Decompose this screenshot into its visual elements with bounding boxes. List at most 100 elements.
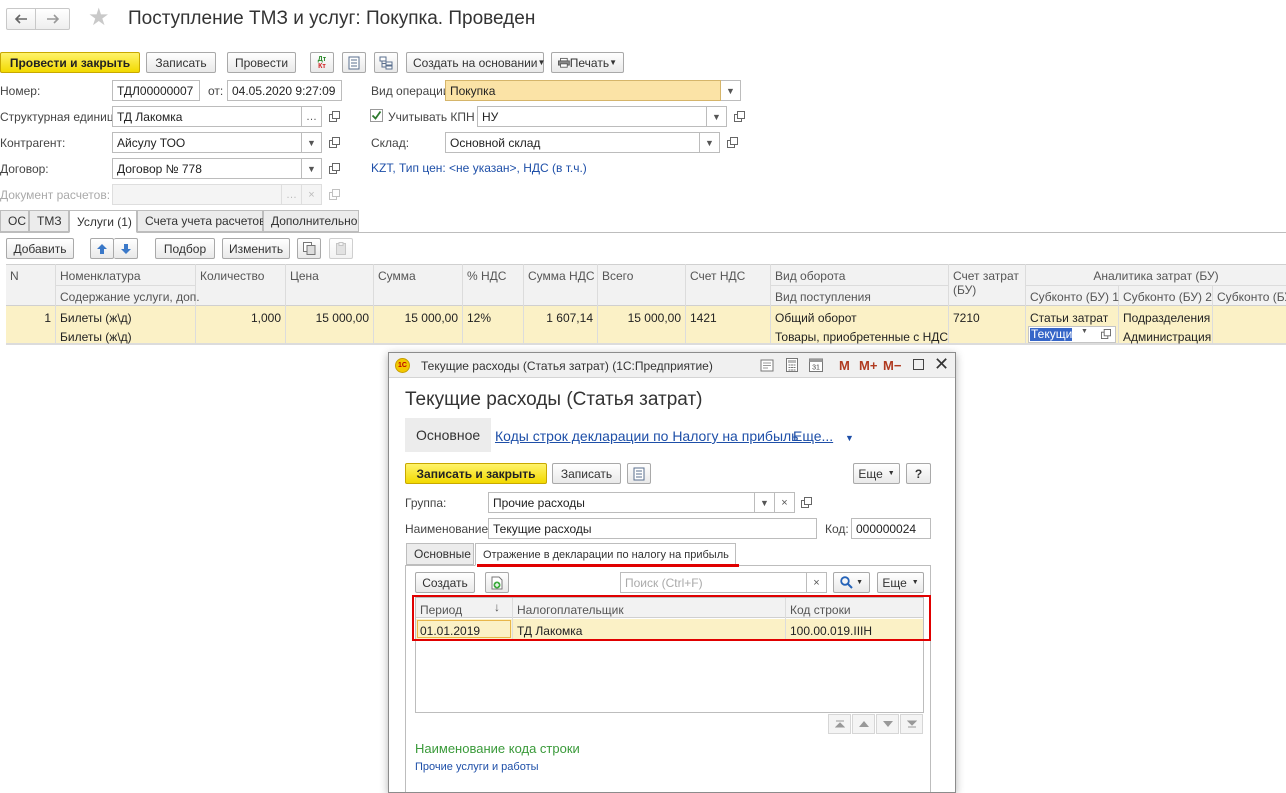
scroll-down-button[interactable]: [876, 714, 899, 734]
scroll-last-button[interactable]: [900, 714, 923, 734]
create-button[interactable]: Создать: [415, 572, 475, 593]
col-header-sum[interactable]: Сумма: [374, 266, 420, 286]
warehouse-open[interactable]: [722, 132, 742, 153]
cell-service-content[interactable]: Билеты (ж\д): [56, 327, 136, 347]
journal-button[interactable]: [342, 52, 366, 73]
structural-unit-open[interactable]: [324, 106, 344, 127]
col-header-service-content[interactable]: Содержание услуги, доп.: [56, 287, 204, 307]
add-from-file-button[interactable]: [485, 572, 509, 593]
nav-main[interactable]: Основное: [405, 418, 492, 452]
col-header-total[interactable]: Всего: [598, 266, 637, 286]
save-button[interactable]: Записать: [146, 52, 216, 73]
cell-subconto-2-type[interactable]: Подразделения: [1119, 308, 1214, 328]
memory-m-plus-button[interactable]: M+: [859, 358, 877, 373]
kpn-field[interactable]: НУ: [477, 106, 707, 127]
kpn-open[interactable]: [729, 106, 749, 127]
tab-tax-declaration[interactable]: Отражение в декларации по налогу на приб…: [475, 543, 736, 566]
col-header-price[interactable]: Цена: [286, 266, 323, 286]
structure-button[interactable]: [374, 52, 398, 73]
col-header-quantity[interactable]: Количество: [196, 266, 268, 286]
col-header-subconto-2[interactable]: Субконто (БУ) 2: [1119, 287, 1216, 307]
memory-m-button[interactable]: M: [839, 358, 850, 373]
contractor-field[interactable]: Айсулу ТОО: [112, 132, 302, 153]
tab-tmz[interactable]: ТМЗ: [29, 210, 69, 232]
operation-type-field[interactable]: Покупка: [445, 80, 721, 101]
contract-dropdown[interactable]: ▼: [302, 158, 322, 179]
change-button[interactable]: Изменить: [222, 238, 290, 259]
code-field[interactable]: 000000024: [851, 518, 931, 539]
print-button[interactable]: Печать ▼: [551, 52, 624, 73]
cell-vat-sum[interactable]: 1 607,14: [524, 308, 597, 328]
search-button[interactable]: ▼: [833, 572, 870, 593]
cell-receipt-type[interactable]: Товары, приобретенные с НДС: [771, 327, 952, 347]
group-open[interactable]: [796, 492, 816, 513]
col-header-vat-sum[interactable]: Сумма НДС: [524, 266, 599, 286]
dialog-more-button[interactable]: Еще ▼: [853, 463, 900, 484]
date-field[interactable]: 04.05.2020 9:27:09: [227, 80, 342, 101]
contractor-open[interactable]: [324, 132, 344, 153]
tab-settlement-accounts[interactable]: Счета учета расчетов: [137, 210, 265, 232]
cell-nomenclature[interactable]: Билеты (ж\д): [56, 308, 136, 328]
group-dropdown[interactable]: ▼: [755, 492, 775, 513]
print-preview-icon[interactable]: [760, 359, 774, 375]
close-icon[interactable]: ✕: [934, 354, 949, 375]
cell-subconto-1-type[interactable]: Статьи затрат: [1026, 308, 1112, 328]
contract-open[interactable]: [324, 158, 344, 179]
number-field[interactable]: ТДЛ00000007: [112, 80, 200, 101]
calculator-icon[interactable]: [786, 358, 798, 375]
dropdown-arrow-icon[interactable]: ▼: [1081, 328, 1088, 335]
price-settings-link[interactable]: KZT, Тип цен: <не указан>, НДС (в т.ч.): [371, 161, 587, 175]
sub-more-button[interactable]: Еще ▼: [877, 572, 924, 593]
col-header-vat-percent[interactable]: % НДС: [463, 266, 510, 286]
cell-sum[interactable]: 15 000,00: [374, 308, 462, 328]
post-and-close-button[interactable]: Провести и закрыть: [0, 52, 140, 73]
search-input[interactable]: Поиск (Ctrl+F): [620, 572, 807, 593]
calendar-icon[interactable]: 31: [809, 357, 823, 375]
name-field[interactable]: Текущие расходы: [488, 518, 817, 539]
cell-price[interactable]: 15 000,00: [286, 308, 373, 328]
selection-button[interactable]: Подбор: [155, 238, 215, 259]
dialog-list-button[interactable]: [627, 463, 651, 484]
tab-services[interactable]: Услуги (1): [69, 210, 137, 233]
cell-vat-account[interactable]: 1421: [686, 308, 721, 328]
group-clear[interactable]: ×: [775, 492, 795, 513]
favorite-star-icon[interactable]: ★: [88, 5, 110, 31]
kpn-dropdown[interactable]: ▼: [707, 106, 727, 127]
move-down-button[interactable]: [114, 238, 138, 259]
move-up-button[interactable]: [90, 238, 114, 259]
nav-declaration-codes[interactable]: Коды строк декларации по Налогу на прибы…: [495, 428, 798, 444]
tab-basic[interactable]: Основные: [406, 543, 474, 565]
forward-button[interactable]: [36, 8, 70, 30]
copy-row-button[interactable]: [297, 238, 321, 259]
cell-subconto-2-value[interactable]: Администрация: [1119, 327, 1215, 347]
open-window-icon[interactable]: [1101, 328, 1111, 342]
contract-field[interactable]: Договор № 778: [112, 158, 302, 179]
cell-total[interactable]: 15 000,00: [598, 308, 685, 328]
dialog-save-button[interactable]: Записать: [552, 463, 621, 484]
warehouse-dropdown[interactable]: ▼: [700, 132, 720, 153]
col-header-receipt-type[interactable]: Вид поступления: [771, 287, 875, 307]
tab-os[interactable]: ОС: [0, 210, 29, 232]
col-header-nomenclature[interactable]: Номенклатура: [56, 266, 145, 286]
contractor-dropdown[interactable]: ▼: [302, 132, 322, 153]
create-based-on-button[interactable]: Создать на основании ▼: [406, 52, 545, 73]
add-row-button[interactable]: Добавить: [6, 238, 74, 259]
dt-kt-button[interactable]: Дт Кт: [310, 52, 334, 73]
maximize-icon[interactable]: [913, 359, 924, 370]
kpn-checkbox[interactable]: [370, 109, 383, 122]
tab-additional[interactable]: Дополнительно: [263, 210, 359, 232]
operation-type-dropdown[interactable]: ▼: [721, 80, 741, 101]
cell-cost-account[interactable]: 7210: [949, 308, 984, 328]
group-field[interactable]: Прочие расходы: [488, 492, 755, 513]
code-name-value[interactable]: Прочие услуги и работы: [415, 761, 539, 773]
cell-turnover-type[interactable]: Общий оборот: [771, 308, 861, 328]
col-header-subconto-3[interactable]: Субконто (БУ: [1213, 287, 1286, 307]
structural-unit-select[interactable]: …: [302, 106, 322, 127]
nav-more[interactable]: Еще... ▼: [793, 428, 854, 444]
warehouse-field[interactable]: Основной склад: [445, 132, 700, 153]
save-and-close-button[interactable]: Записать и закрыть: [405, 463, 547, 484]
post-button[interactable]: Провести: [227, 52, 296, 73]
memory-m-minus-button[interactable]: M−: [883, 358, 901, 373]
col-header-cost-account[interactable]: Счет затрат (БУ): [949, 266, 1025, 300]
structural-unit-field[interactable]: ТД Лакомка: [112, 106, 302, 127]
